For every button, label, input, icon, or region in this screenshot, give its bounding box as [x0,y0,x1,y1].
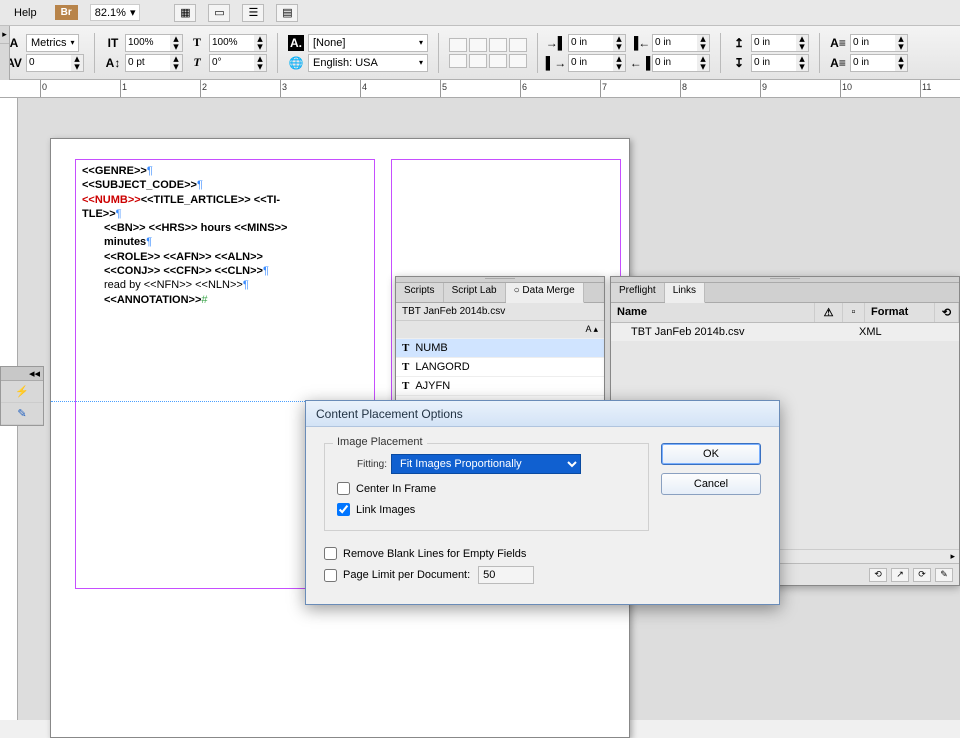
baseline-field[interactable]: ▴▾ [125,54,183,72]
toolbox-expand-icon[interactable]: ▸ [0,26,9,44]
links-col-name[interactable]: Name [611,303,815,322]
vscale-icon: IT [105,35,121,51]
right-indent-icon: ▐← [632,35,648,51]
lightning-icon[interactable]: ⚡ [15,385,29,398]
links-col-link-icon[interactable]: ⟲ [935,303,959,322]
fitting-label: Fitting: [357,459,387,470]
data-merge-source: TBT JanFeb 2014b.csv [396,303,604,321]
update-link-icon[interactable]: ⟳ [913,568,931,582]
align-center-icon[interactable] [469,38,487,52]
tab-data-merge[interactable]: ○ Data Merge [506,283,584,303]
tab-preflight[interactable]: Preflight [611,283,665,302]
chevron-down-icon: ▾ [130,6,136,19]
language-dropdown[interactable]: English: USA▾ [308,54,428,72]
paragraph-align-group [449,38,527,68]
edit-original-icon[interactable]: ✎ [935,568,953,582]
data-merge-field[interactable]: TAJYFN [396,377,604,396]
dropcap-lines-icon: A≡ [830,35,846,51]
lastline-indent-field[interactable]: ▴▾ [652,54,710,72]
screen-mode-icon[interactable]: ▭ [208,4,230,22]
collapsed-panel: ◂◂ ⚡ ✎ [0,366,44,426]
charstyle-dropdown[interactable]: [None]▾ [308,34,428,52]
dialog-titlebar[interactable]: Content Placement Options [306,401,779,427]
data-merge-field[interactable]: TLANGORD [396,358,604,377]
arrange-icon[interactable]: ☰ [242,4,264,22]
space-after-icon: ↧ [731,55,747,71]
links-rows: TBT JanFeb 2014b.csvXML [611,323,959,341]
ok-button[interactable]: OK [661,443,761,465]
remove-blank-lines-checkbox[interactable]: Remove Blank Lines for Empty Fields [324,547,649,560]
firstline-indent-icon: ▌→ [548,55,564,71]
content-placement-dialog: Content Placement Options Image Placemen… [305,400,780,605]
align-left-icon[interactable] [449,38,467,52]
panel-grip[interactable] [611,277,959,283]
page-limit-field[interactable] [478,566,534,584]
link-images-checkbox[interactable]: Link Images [337,503,636,516]
view-options-icon[interactable]: ▦ [174,4,196,22]
kerning-dropdown[interactable]: Metrics▾ [26,34,79,52]
align-justify-icon[interactable] [509,38,527,52]
fitting-dropdown[interactable]: Fit Images Proportionally [391,454,581,474]
skew-icon: T [189,55,205,71]
scroll-right-icon[interactable]: ▸ [950,551,955,562]
lastline-indent-icon: ←▐ [632,55,648,71]
firstline-indent-field[interactable]: ▴▾ [568,54,626,72]
tracking-field[interactable]: ▴▾ [26,54,84,72]
group-legend: Image Placement [333,436,427,448]
hscale-field[interactable]: ▴▾ [209,34,267,52]
data-merge-field[interactable]: TNUMB [396,339,604,358]
left-indent-icon: →▌ [548,35,564,51]
horizontal-ruler[interactable]: 01234567891011 [0,80,960,98]
links-tabbar: PreflightLinks [611,283,959,303]
justify-all-icon[interactable] [509,54,527,68]
dropcap-chars-icon: A≡ [830,55,846,71]
goto-link-icon[interactable]: ↗ [891,568,909,582]
baseline-icon: A↕ [105,55,121,71]
align-right-icon[interactable] [489,38,507,52]
dropcap-chars-field[interactable]: ▴▾ [850,54,908,72]
workspace-icon[interactable]: ▤ [276,4,298,22]
menu-bar: Help Br 82.1% ▾ ▦ ▭ ☰ ▤ [0,0,960,26]
space-before-icon: ↥ [731,35,747,51]
cancel-button[interactable]: Cancel [661,473,761,495]
justify-right-icon[interactable] [489,54,507,68]
pen-icon[interactable]: ✎ [17,407,26,420]
left-indent-field[interactable]: ▴▾ [568,34,626,52]
data-merge-tabbar: ScriptsScript Lab○ Data Merge [396,283,604,303]
zoom-dropdown[interactable]: 82.1% ▾ [90,4,141,21]
dropcap-lines-field[interactable]: ▴▾ [850,34,908,52]
control-toolbar: A Metrics▾ AV ▴▾ IT ▴▾ A↕ ▴▾ T ▴▾ T ▴▾ A… [0,26,960,80]
space-after-field[interactable]: ▴▾ [751,54,809,72]
links-col-status-icon[interactable]: ⚠ [815,303,843,322]
bridge-badge[interactable]: Br [55,5,78,20]
justify-center-icon[interactable] [469,54,487,68]
relink-icon[interactable]: ⟲ [869,568,887,582]
page-limit-checkbox[interactable]: Page Limit per Document: [324,569,470,582]
tab-links[interactable]: Links [665,283,705,303]
links-col-page-icon[interactable]: ▫ [843,303,865,322]
language-icon: 🌐 [288,55,304,71]
center-in-frame-checkbox[interactable]: Center In Frame [337,482,636,495]
tab-scripts[interactable]: Scripts [396,283,444,302]
panel-collapse-icon[interactable]: ◂◂ [29,367,40,380]
vscale-field[interactable]: ▴▾ [125,34,183,52]
menu-help[interactable]: Help [8,5,43,21]
image-placement-group: Image Placement Fitting: Fit Images Prop… [324,443,649,531]
charstyle-icon: A. [288,35,304,51]
zoom-value: 82.1% [95,7,126,19]
panel-grip[interactable] [396,277,604,283]
data-merge-panel: ScriptsScript Lab○ Data Merge TBT JanFeb… [395,276,605,416]
skew-field[interactable]: ▴▾ [209,54,267,72]
hscale-icon: T [189,35,205,51]
tab-script-lab[interactable]: Script Lab [444,283,506,302]
link-row[interactable]: TBT JanFeb 2014b.csvXML [611,323,959,341]
links-header-row: Name ⚠ ▫ Format ⟲ [611,303,959,323]
justify-left-icon[interactable] [449,54,467,68]
links-col-format[interactable]: Format [865,303,935,322]
space-before-field[interactable]: ▴▾ [751,34,809,52]
right-indent-field[interactable]: ▴▾ [652,34,710,52]
